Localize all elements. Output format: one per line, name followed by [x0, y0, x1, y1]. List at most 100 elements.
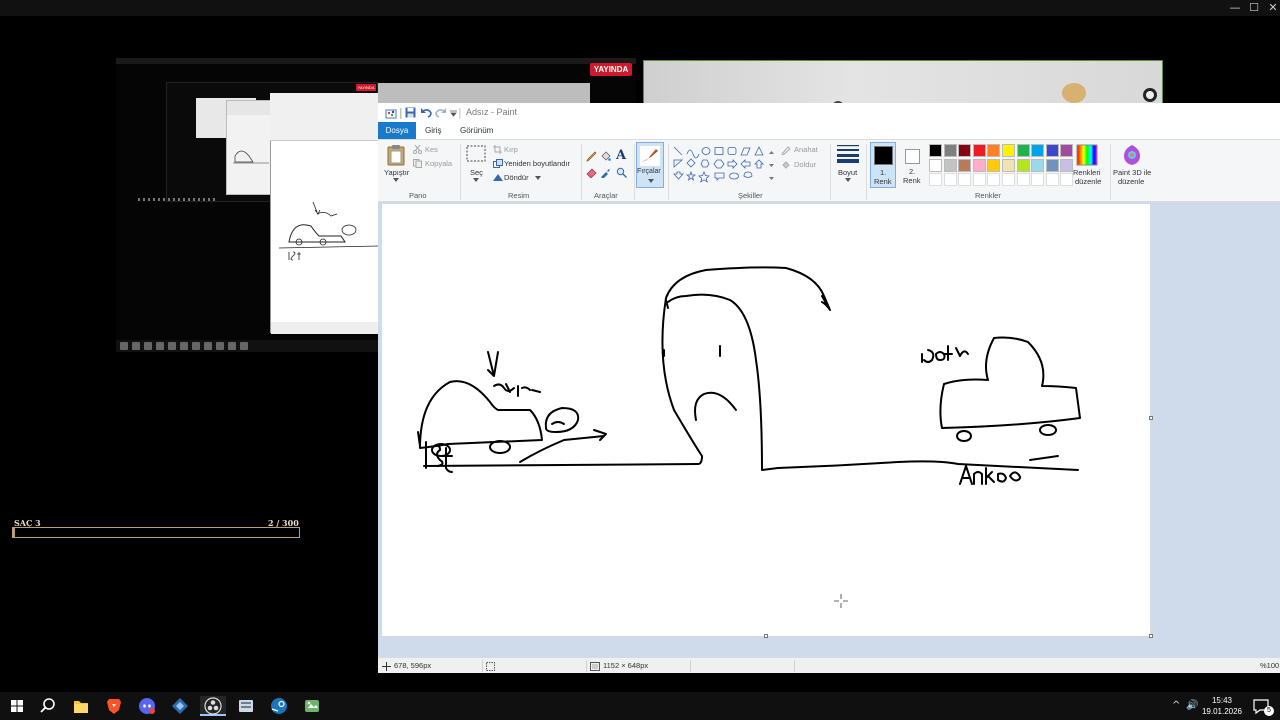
- palette-swatch[interactable]: [972, 158, 986, 172]
- file-explorer-icon[interactable]: [68, 696, 94, 716]
- custom-swatch[interactable]: [1002, 173, 1015, 186]
- shapes-scroll-icon[interactable]: [769, 150, 774, 182]
- tab-file[interactable]: Dosya: [378, 122, 416, 139]
- palette-swatch[interactable]: [1016, 158, 1030, 172]
- fill-icon[interactable]: [600, 151, 611, 162]
- pencil-icon[interactable]: [586, 151, 597, 162]
- zoom-level[interactable]: %100: [1260, 661, 1279, 670]
- custom-swatch[interactable]: [972, 173, 986, 186]
- select-dropdown-icon[interactable]: [473, 178, 479, 182]
- brushes-button[interactable]: Fırçalar: [636, 142, 664, 188]
- crop-button[interactable]: Kırp: [504, 145, 518, 154]
- rotate-icon[interactable]: [493, 173, 503, 182]
- custom-swatch[interactable]: [1016, 173, 1030, 186]
- search-icon[interactable]: [35, 696, 61, 716]
- palette-swatch[interactable]: [1031, 144, 1045, 157]
- app-icon[interactable]: [167, 696, 193, 716]
- custom-swatch[interactable]: [958, 173, 972, 186]
- color2-button[interactable]: 2. Renk: [900, 142, 926, 188]
- paste-dropdown-icon[interactable]: [393, 178, 399, 182]
- copy-icon[interactable]: [413, 159, 422, 168]
- size-button[interactable]: Boyut: [838, 168, 857, 177]
- edit-colors-line1[interactable]: Renkleri: [1073, 168, 1101, 177]
- cut-icon[interactable]: [413, 145, 422, 154]
- palette-swatch[interactable]: [958, 144, 972, 157]
- palette-swatch[interactable]: [1045, 144, 1059, 157]
- custom-swatch[interactable]: [943, 173, 957, 186]
- select-icon[interactable]: [466, 145, 486, 162]
- select-button[interactable]: Seç: [470, 168, 483, 177]
- tab-view[interactable]: Görünüm: [454, 122, 499, 139]
- size-dropdown-icon[interactable]: [845, 178, 851, 182]
- color-picker-icon[interactable]: [600, 167, 611, 178]
- color1-button[interactable]: 1. Renk: [870, 142, 896, 188]
- resize-handle-right[interactable]: [1149, 416, 1153, 420]
- obs-taskbar-item[interactable]: [200, 696, 226, 716]
- palette-swatch[interactable]: [987, 158, 1001, 172]
- copy-button[interactable]: Kopyala: [425, 159, 452, 168]
- drawing-canvas[interactable]: [382, 204, 1150, 636]
- palette-swatch[interactable]: [1031, 158, 1045, 172]
- nested-paint-window: [226, 100, 277, 195]
- edit-colors-icon[interactable]: [1076, 144, 1098, 166]
- size-icon[interactable]: [836, 144, 860, 164]
- palette-swatch[interactable]: [972, 144, 986, 157]
- custom-swatch[interactable]: [1031, 173, 1045, 186]
- palette-swatch[interactable]: [929, 158, 942, 172]
- custom-swatch[interactable]: [1045, 173, 1059, 186]
- outline-icon[interactable]: [781, 145, 791, 155]
- redo-icon[interactable]: [435, 107, 447, 118]
- palette-swatch[interactable]: [1016, 144, 1030, 157]
- paint3d-line1[interactable]: Paint 3D ile: [1113, 168, 1151, 177]
- tab-home[interactable]: Giriş: [419, 122, 447, 139]
- edit-colors-line2[interactable]: düzenle: [1075, 177, 1101, 186]
- app-icon[interactable]: [299, 696, 325, 716]
- paste-button[interactable]: Yapıştır: [384, 168, 409, 177]
- fill-shape-icon[interactable]: [781, 160, 791, 170]
- clock[interactable]: 15:43 19.01.2026: [1200, 695, 1244, 717]
- palette-swatch[interactable]: [1060, 144, 1074, 157]
- rotate-button[interactable]: Döndür: [504, 173, 529, 182]
- fill-shape-button[interactable]: Doldur: [794, 160, 816, 169]
- app-icon[interactable]: [233, 696, 259, 716]
- undo-icon[interactable]: [420, 107, 432, 118]
- resize-handle-bottom[interactable]: [764, 634, 768, 638]
- tray-chevron-icon[interactable]: ^: [1172, 700, 1180, 711]
- volume-icon[interactable]: 🔊: [1186, 700, 1198, 711]
- palette-swatch[interactable]: [1002, 158, 1015, 172]
- discord-icon[interactable]: [134, 696, 160, 716]
- palette-swatch[interactable]: [987, 144, 1001, 157]
- palette-swatch[interactable]: [1002, 144, 1015, 157]
- shapes-gallery-icon[interactable]: [673, 146, 773, 184]
- palette-swatch[interactable]: [929, 144, 942, 157]
- paint3d-icon[interactable]: [1122, 144, 1142, 166]
- crop-icon[interactable]: [493, 145, 502, 154]
- outline-button[interactable]: Anahat: [794, 145, 818, 154]
- close-button[interactable]: ✕: [1262, 0, 1280, 16]
- palette-swatch[interactable]: [943, 144, 957, 157]
- paint3d-line2[interactable]: düzenle: [1118, 177, 1144, 186]
- palette-swatch[interactable]: [1060, 158, 1074, 172]
- palette-swatch[interactable]: [943, 158, 957, 172]
- custom-swatch[interactable]: [1060, 173, 1074, 186]
- cursor-position-icon: [382, 662, 391, 671]
- start-icon[interactable]: [4, 696, 30, 716]
- steam-icon[interactable]: [266, 696, 292, 716]
- cut-button[interactable]: Kes: [425, 145, 438, 154]
- custom-swatch[interactable]: [987, 173, 1001, 186]
- resize-icon[interactable]: [493, 159, 503, 168]
- paste-icon[interactable]: [387, 144, 405, 166]
- palette-swatch[interactable]: [958, 158, 972, 172]
- custom-swatch[interactable]: [929, 173, 942, 186]
- resize-handle-corner[interactable]: [1149, 634, 1153, 638]
- resize-button[interactable]: Yeniden boyutlandır: [504, 159, 570, 168]
- quick-access-dropdown-icon[interactable]: [450, 110, 457, 117]
- palette-swatch[interactable]: [1045, 158, 1059, 172]
- magnifier-icon[interactable]: [616, 167, 627, 178]
- rotate-dropdown-icon[interactable]: [535, 176, 541, 180]
- eraser-icon[interactable]: [586, 167, 597, 178]
- progress-bar: [12, 527, 300, 538]
- text-icon[interactable]: A: [616, 148, 626, 163]
- save-icon[interactable]: [405, 107, 416, 118]
- brave-browser-icon[interactable]: [101, 696, 127, 716]
